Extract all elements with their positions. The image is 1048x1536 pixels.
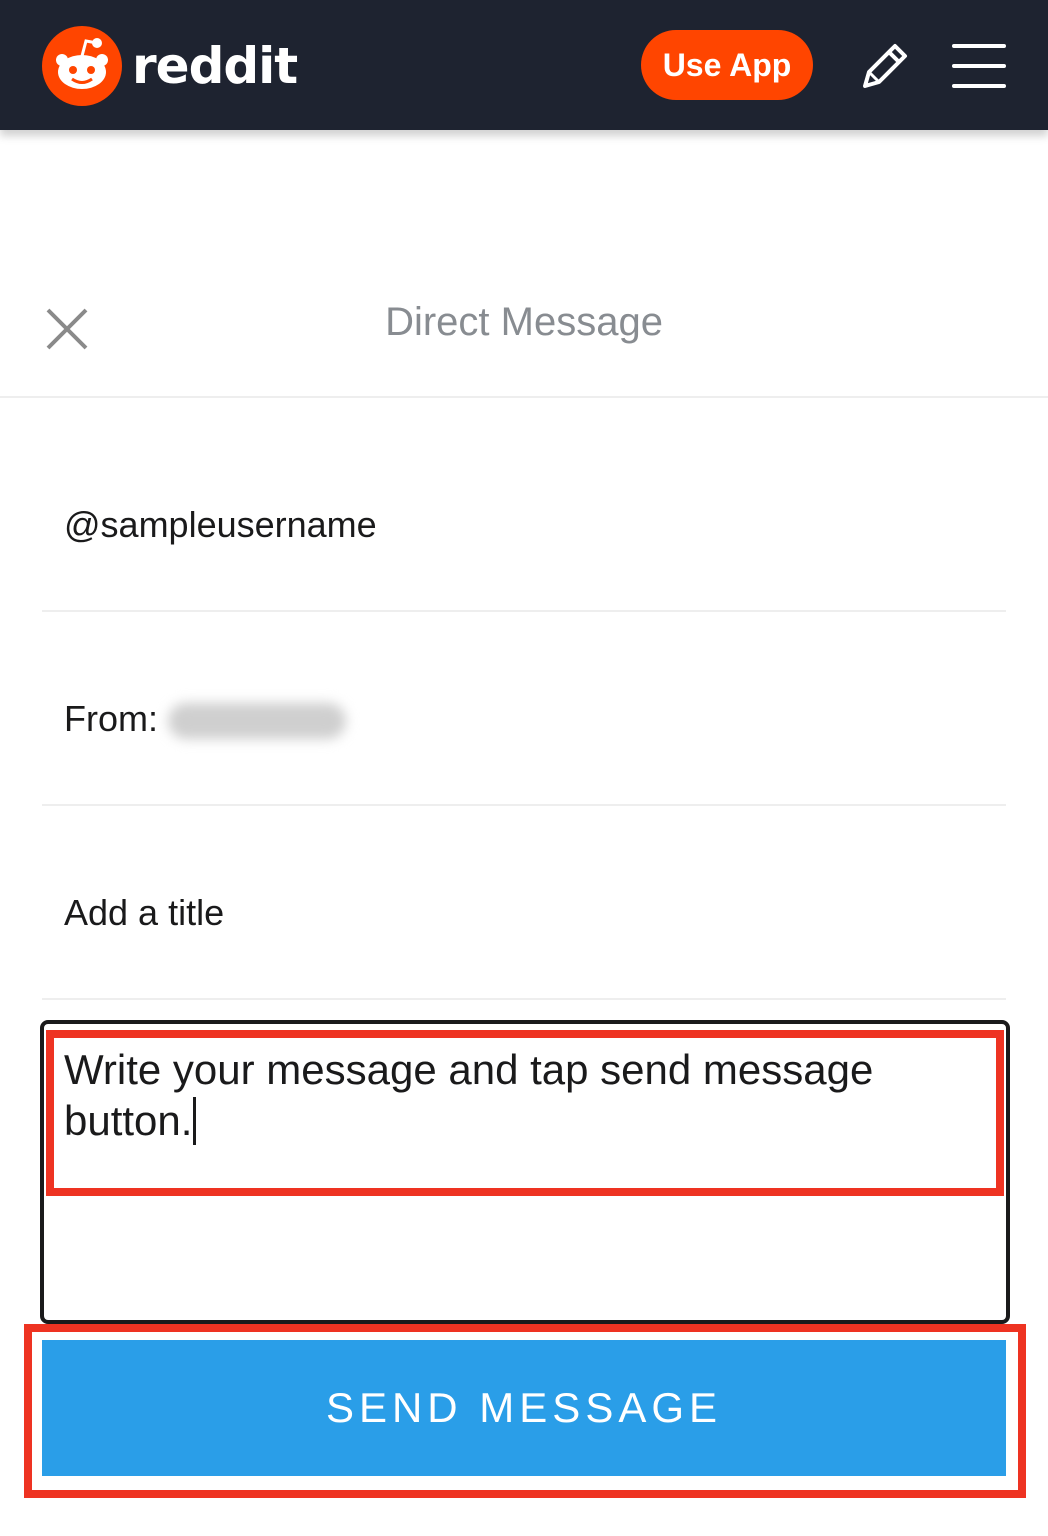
field-divider [42,804,1006,806]
logo-wordmark: reddit [132,37,298,95]
field-divider [42,998,1006,1000]
title-input[interactable]: Add a title [64,892,224,934]
send-message-button[interactable]: SEND MESSAGE [42,1340,1006,1476]
use-app-button[interactable]: Use App [641,30,813,100]
from-field: From: [64,698,346,740]
header-divider [0,396,1048,398]
reddit-snoo-icon [42,26,122,106]
field-divider [42,610,1006,612]
recipient-field[interactable]: @sampleusername [64,504,377,546]
blurred-username [168,703,346,740]
from-label: From: [64,698,158,739]
message-text: Write your message and tap send message … [64,1044,964,1146]
page-title: Direct Message [385,300,663,344]
hamburger-menu-icon[interactable] [950,40,1008,92]
message-value: Write your message and tap send message … [64,1046,874,1144]
pencil-icon[interactable] [855,38,913,96]
top-navigation-bar: reddit Use App [0,0,1048,130]
text-cursor [193,1097,197,1145]
reddit-logo[interactable]: reddit [42,26,298,106]
